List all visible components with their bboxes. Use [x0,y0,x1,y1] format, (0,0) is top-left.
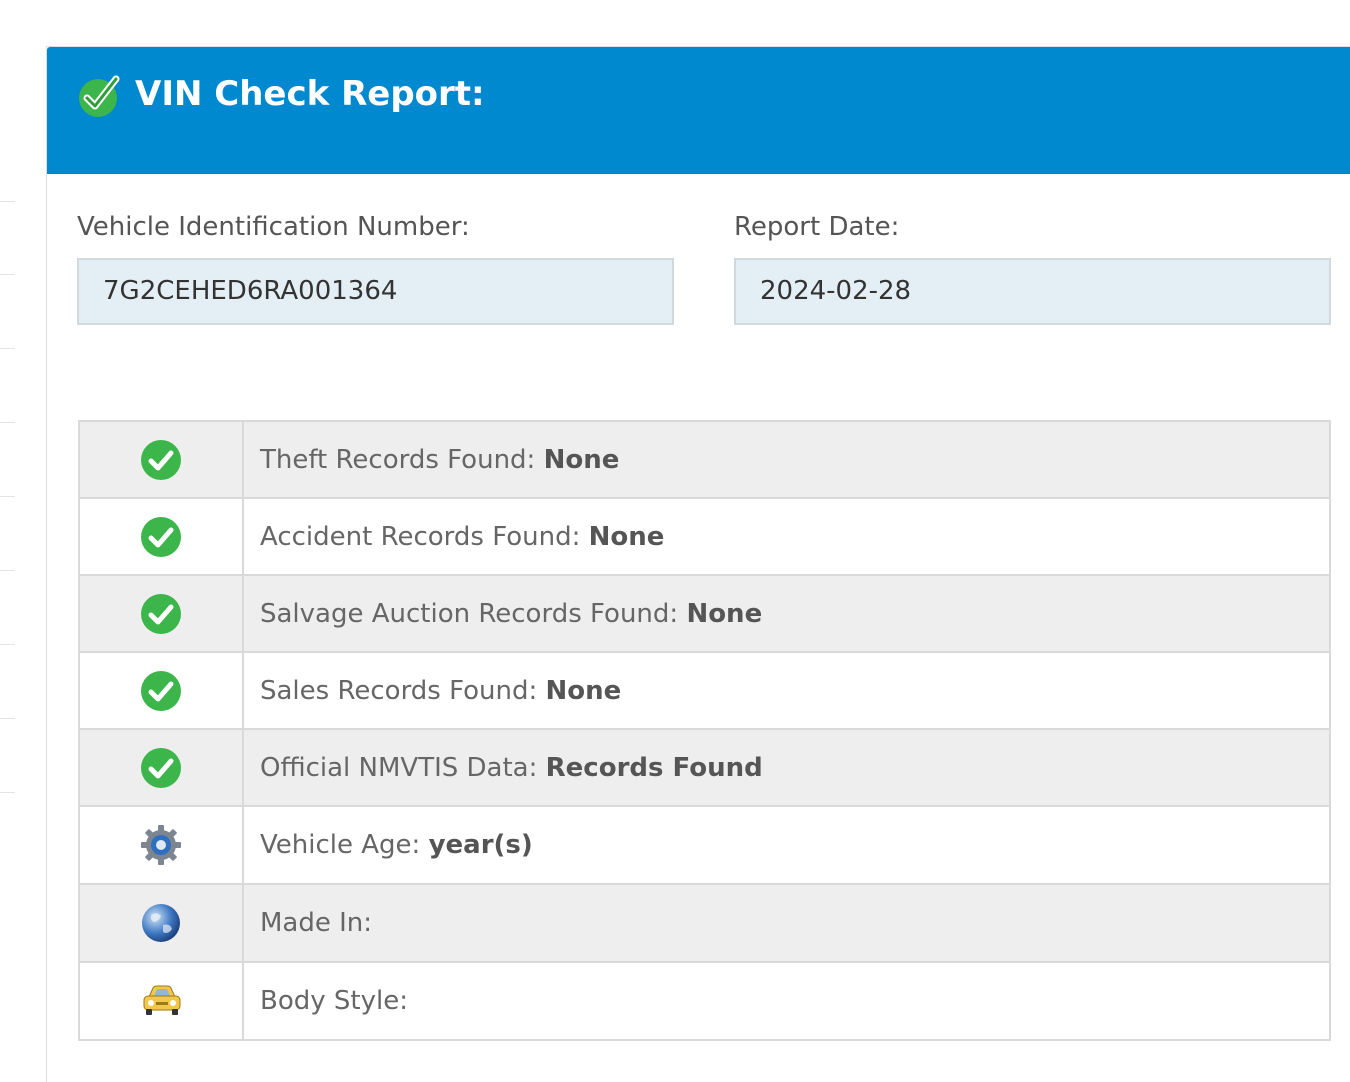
left-gutter [0,0,16,1082]
record-text-cell: Accident Records Found: None [242,497,1331,576]
record-label: Theft Records Found: [260,444,544,475]
record-value: None [545,675,622,706]
record-label: Accident Records Found: [260,521,589,552]
gutter-divider [0,422,15,423]
record-icon-cell [78,805,244,885]
car-icon [139,979,183,1023]
record-icon-cell [78,728,244,807]
globe-icon [139,901,183,945]
check-circle-icon [76,73,122,119]
record-text-cell: Body Style: [242,961,1331,1041]
record-value: None [588,521,665,552]
report-title: VIN Check Report: [135,74,485,114]
gutter-divider [0,496,15,497]
record-text-cell: Vehicle Age: year(s) [242,805,1331,885]
gutter-divider [0,718,15,719]
record-row: Salvage Auction Records Found: None [78,574,1331,653]
record-value: Records Found [545,752,763,783]
record-icon-cell [78,651,244,730]
record-icon-cell [78,883,244,963]
gutter-divider [0,644,15,645]
record-row: Theft Records Found: None [78,420,1331,499]
panel-header: VIN Check Report: [47,47,1350,174]
record-value: year(s) [428,830,533,860]
gutter-divider [0,348,15,349]
green-check-icon [139,438,183,482]
record-label: Body Style: [260,986,408,1016]
record-text-cell: Theft Records Found: None [242,420,1331,499]
record-row: Vehicle Age: year(s) [78,805,1331,885]
record-icon-cell [78,420,244,499]
record-value: None [543,444,620,475]
report-date-label: Report Date: [734,212,900,242]
gutter-divider [0,274,15,275]
gutter-divider [0,201,15,202]
record-label: Salvage Auction Records Found: [260,598,687,629]
records-table: Theft Records Found: None Accident Record… [78,420,1331,1041]
report-date-field[interactable]: 2024-02-28 [734,258,1331,325]
record-icon-cell [78,574,244,653]
record-row: Accident Records Found: None [78,497,1331,576]
record-label: Official NMVTIS Data: [260,752,546,783]
green-check-icon [139,746,183,790]
record-row: Sales Records Found: None [78,651,1331,730]
green-check-icon [139,592,183,636]
vin-label: Vehicle Identification Number: [77,212,470,242]
record-row: Official NMVTIS Data: Records Found [78,728,1331,807]
vin-report-panel: VIN Check Report: Vehicle Identification… [46,46,1350,1082]
green-check-icon [139,515,183,559]
record-text-cell: Salvage Auction Records Found: None [242,574,1331,653]
gutter-divider [0,792,15,793]
record-text-cell: Made In: [242,883,1331,963]
record-icon-cell [78,497,244,576]
record-label: Sales Records Found: [260,675,546,706]
green-check-icon [139,669,183,713]
record-icon-cell [78,961,244,1041]
gutter-divider [0,570,15,571]
record-row: Made In: [78,883,1331,963]
record-text-cell: Official NMVTIS Data: Records Found [242,728,1331,807]
gear-icon [139,823,183,867]
record-value: None [686,598,763,629]
record-text-cell: Sales Records Found: None [242,651,1331,730]
record-label: Made In: [260,908,373,938]
vin-field[interactable]: 7G2CEHED6RA001364 [77,258,674,325]
record-row: Body Style: [78,961,1331,1041]
record-label: Vehicle Age: [260,830,429,860]
